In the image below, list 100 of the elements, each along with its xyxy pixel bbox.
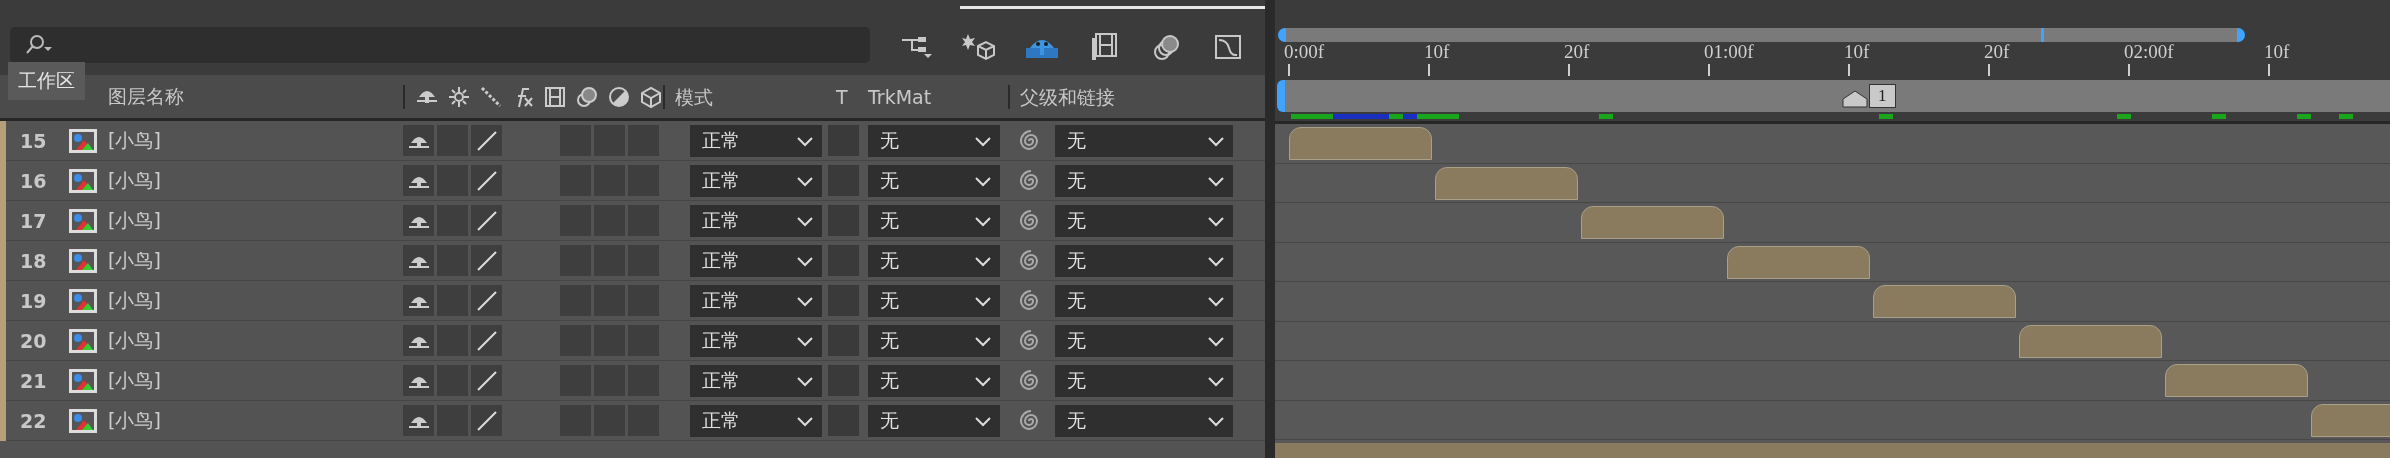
time-label: 10f — [1424, 42, 1451, 62]
preserve-transparency-checkbox[interactable] — [828, 405, 859, 437]
chevron-icon — [974, 174, 992, 187]
track-matte-dropdown[interactable]: 无 — [868, 244, 1000, 277]
layer-name[interactable]: [小鸟] — [108, 367, 403, 394]
time-label: 02:00f — [2124, 42, 2175, 62]
quality-switch[interactable] — [471, 165, 502, 197]
quality-switch[interactable] — [471, 325, 502, 357]
quality-switch[interactable] — [471, 125, 502, 157]
track-matte-dropdown[interactable]: 无 — [868, 204, 1000, 237]
preserve-transparency-checkbox[interactable] — [828, 125, 859, 157]
quality-switch[interactable] — [471, 285, 502, 317]
track-matte-dropdown[interactable]: 无 — [868, 324, 1000, 357]
track-matte-dropdown[interactable]: 无 — [868, 284, 1000, 317]
time-label: 20f — [1564, 42, 1591, 62]
layer-name[interactable]: [小鸟] — [108, 207, 403, 234]
layer-name[interactable]: [小鸟] — [108, 407, 403, 434]
time-label: 10f — [2264, 42, 2291, 62]
preserve-transparency-checkbox[interactable] — [828, 325, 859, 357]
preserve-transparency-checkbox[interactable] — [828, 165, 859, 197]
parent-dropdown[interactable]: 无 — [1055, 244, 1233, 277]
layer-name[interactable]: [小鸟] — [108, 167, 403, 194]
layer-number: 17 — [19, 209, 48, 232]
preserve-transparency-checkbox[interactable] — [828, 365, 859, 397]
layer-name[interactable]: [小鸟] — [108, 287, 403, 314]
layer-number: 20 — [19, 329, 48, 352]
frame-blend-icon — [543, 84, 567, 109]
shy-switch[interactable] — [403, 325, 434, 357]
playhead-marker[interactable] — [2041, 28, 2044, 42]
layer-duration-bar[interactable] — [1581, 206, 1724, 240]
chevron-icon — [796, 414, 814, 427]
shy-switch[interactable] — [403, 285, 434, 317]
marker-flag-icon — [1841, 89, 1869, 108]
chevron-icon — [1207, 134, 1225, 147]
layer-number: 16 — [19, 169, 48, 192]
preserve-transparency-checkbox[interactable] — [828, 285, 859, 317]
parent-dropdown[interactable]: 无 — [1055, 324, 1233, 357]
mode-dropdown[interactable]: 正常 — [690, 124, 822, 157]
chevron-icon — [1207, 374, 1225, 387]
chevron-icon — [974, 374, 992, 387]
search-field[interactable] — [10, 27, 870, 64]
time-label: 20f — [1984, 42, 2011, 62]
chevron-icon — [796, 334, 814, 347]
image-layer-icon — [68, 207, 98, 234]
layer-duration-bar[interactable] — [2019, 324, 2162, 358]
chevron-icon — [1207, 294, 1225, 307]
parent-dropdown[interactable]: 无 — [1055, 284, 1233, 317]
chevron-icon — [974, 214, 992, 227]
mode-dropdown[interactable]: 正常 — [690, 364, 822, 397]
parent-dropdown[interactable]: 无 — [1055, 124, 1233, 157]
parent-dropdown[interactable]: 无 — [1055, 364, 1233, 397]
layer-duration-bar[interactable] — [1435, 166, 1578, 200]
time-label: 01:00f — [1704, 42, 1755, 62]
shy-switch[interactable] — [403, 165, 434, 197]
mode-dropdown[interactable]: 正常 — [690, 324, 822, 357]
track-matte-dropdown[interactable]: 无 — [868, 124, 1000, 157]
layer-duration-bar[interactable] — [2165, 364, 2308, 398]
track-matte-dropdown[interactable]: 无 — [868, 164, 1000, 197]
layer-duration-bar[interactable] — [1873, 285, 2016, 319]
chevron-icon — [974, 334, 992, 347]
layer-duration-bar[interactable] — [1289, 127, 1432, 161]
time-label: 10f — [1844, 42, 1871, 62]
layer-name[interactable]: [小鸟] — [108, 127, 403, 154]
layer-number: 21 — [19, 369, 48, 392]
track-matte-dropdown[interactable]: 无 — [868, 404, 1000, 437]
shy-switch[interactable] — [403, 125, 434, 157]
layer-duration-bar[interactable] — [1727, 245, 1870, 279]
work-area-bar[interactable] — [1278, 28, 2245, 42]
shy-switch[interactable] — [403, 245, 434, 277]
mode-dropdown[interactable]: 正常 — [690, 284, 822, 317]
layer-number: 22 — [19, 409, 48, 432]
chevron-icon — [796, 374, 814, 387]
mode-dropdown[interactable]: 正常 — [690, 164, 822, 197]
shy-switch[interactable] — [403, 405, 434, 437]
preserve-transparency-checkbox[interactable] — [828, 205, 859, 237]
mode-dropdown[interactable]: 正常 — [690, 204, 822, 237]
layer-name[interactable]: [小鸟] — [108, 247, 403, 274]
parent-dropdown[interactable]: 无 — [1055, 164, 1233, 197]
layer-name[interactable]: [小鸟] — [108, 327, 403, 354]
column-header: TrkMat — [868, 85, 933, 108]
quality-switch[interactable] — [471, 245, 502, 277]
shy-switch[interactable] — [403, 205, 434, 237]
chevron-icon — [974, 294, 992, 307]
shy-switch[interactable] — [403, 365, 434, 397]
preserve-transparency-checkbox[interactable] — [828, 245, 859, 277]
quality-switch[interactable] — [471, 405, 502, 437]
quality-switch[interactable] — [471, 205, 502, 237]
chevron-icon — [974, 414, 992, 427]
chevron-icon — [974, 254, 992, 267]
quality-switch[interactable] — [471, 365, 502, 397]
mode-dropdown[interactable]: 正常 — [690, 404, 822, 437]
chevron-icon — [974, 134, 992, 147]
parent-dropdown[interactable]: 无 — [1055, 204, 1233, 237]
track-matte-dropdown[interactable]: 无 — [868, 364, 1000, 397]
mode-dropdown[interactable]: 正常 — [690, 244, 822, 277]
composition-bar[interactable]: 1 — [1277, 79, 2390, 112]
image-layer-icon — [68, 367, 98, 394]
image-layer-icon — [68, 167, 98, 194]
parent-dropdown[interactable]: 无 — [1055, 404, 1233, 437]
image-layer-icon — [68, 287, 98, 314]
